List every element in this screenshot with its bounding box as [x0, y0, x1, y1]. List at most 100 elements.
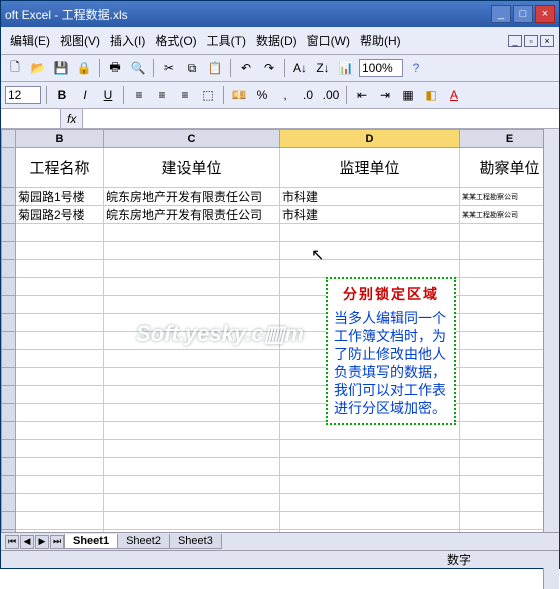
cell[interactable]	[104, 476, 280, 494]
select-all-button[interactable]	[2, 130, 16, 148]
indent-dec-icon[interactable]: ⇤	[352, 85, 372, 105]
cell[interactable]	[104, 296, 280, 314]
cell[interactable]: 监理单位	[280, 148, 460, 188]
percent-icon[interactable]: %	[252, 85, 272, 105]
merge-icon[interactable]: ⬚	[198, 85, 218, 105]
col-header[interactable]: C	[104, 130, 280, 148]
row-header[interactable]	[2, 512, 16, 530]
inc-decimal-icon[interactable]: .0	[298, 85, 318, 105]
paste-icon[interactable]: 📋	[205, 58, 225, 78]
cell[interactable]	[104, 512, 280, 530]
cell[interactable]	[104, 260, 280, 278]
cell[interactable]	[16, 440, 104, 458]
save-icon[interactable]: 💾	[51, 58, 71, 78]
menu-insert[interactable]: 插入(I)	[106, 30, 149, 51]
sheet-tab[interactable]: Sheet1	[64, 534, 118, 549]
cell[interactable]	[280, 260, 460, 278]
cell[interactable]	[104, 242, 280, 260]
cell[interactable]	[104, 458, 280, 476]
maximize-button[interactable]: □	[513, 5, 533, 23]
menu-edit[interactable]: 编辑(E)	[6, 30, 54, 51]
menu-window[interactable]: 窗口(W)	[303, 30, 354, 51]
align-center-icon[interactable]: ≡	[152, 85, 172, 105]
comma-icon[interactable]: ,	[275, 85, 295, 105]
cell[interactable]	[16, 512, 104, 530]
minimize-button[interactable]: _	[491, 5, 511, 23]
row-header[interactable]	[2, 422, 16, 440]
cell[interactable]	[104, 368, 280, 386]
borders-icon[interactable]: ▦	[398, 85, 418, 105]
chart-icon[interactable]: 📊	[336, 58, 356, 78]
currency-icon[interactable]: 💴	[229, 85, 249, 105]
cell[interactable]: 市科建	[280, 188, 460, 206]
cell[interactable]: 皖东房地产开发有限责任公司	[104, 188, 280, 206]
permission-icon[interactable]: 🔒	[74, 58, 94, 78]
tab-nav-first-icon[interactable]: ⏮	[5, 535, 19, 549]
cell[interactable]: 建设单位	[104, 148, 280, 188]
cell[interactable]: 市科建	[280, 206, 460, 224]
row-header[interactable]	[2, 188, 16, 206]
cell[interactable]	[104, 386, 280, 404]
cell[interactable]	[104, 422, 280, 440]
align-right-icon[interactable]: ≡	[175, 85, 195, 105]
row-header[interactable]	[2, 368, 16, 386]
row-header[interactable]	[2, 296, 16, 314]
tab-nav-last-icon[interactable]: ⏭	[50, 535, 64, 549]
row-header[interactable]	[2, 440, 16, 458]
cell[interactable]	[104, 224, 280, 242]
cell[interactable]	[16, 422, 104, 440]
cell[interactable]	[16, 386, 104, 404]
fx-icon[interactable]: fx	[61, 112, 82, 126]
cell[interactable]	[104, 332, 280, 350]
cell[interactable]	[16, 278, 104, 296]
cell[interactable]	[104, 350, 280, 368]
cell[interactable]	[16, 224, 104, 242]
cell[interactable]	[280, 224, 460, 242]
cell[interactable]	[16, 476, 104, 494]
cell[interactable]	[104, 278, 280, 296]
align-left-icon[interactable]: ≡	[129, 85, 149, 105]
menu-help[interactable]: 帮助(H)	[356, 30, 405, 51]
row-header[interactable]	[2, 494, 16, 512]
cell[interactable]	[16, 404, 104, 422]
font-size-select[interactable]: 12	[5, 86, 41, 104]
cell[interactable]	[16, 494, 104, 512]
copy-icon[interactable]: ⧉	[182, 58, 202, 78]
help-icon[interactable]: ?	[406, 58, 426, 78]
row-header[interactable]	[2, 350, 16, 368]
cell[interactable]	[104, 494, 280, 512]
sheet-tab[interactable]: Sheet3	[169, 534, 222, 549]
cell[interactable]: 菊园路2号楼	[16, 206, 104, 224]
fill-color-icon[interactable]: ◧	[421, 85, 441, 105]
doc-minimize-button[interactable]: _	[508, 35, 522, 47]
col-header[interactable]: B	[16, 130, 104, 148]
vertical-scrollbar[interactable]	[543, 129, 559, 589]
cell[interactable]	[16, 458, 104, 476]
row-header[interactable]	[2, 332, 16, 350]
row-header[interactable]	[2, 260, 16, 278]
row-header[interactable]	[2, 224, 16, 242]
cell[interactable]	[16, 368, 104, 386]
col-header[interactable]: D	[280, 130, 460, 148]
row-header[interactable]	[2, 278, 16, 296]
cell[interactable]	[104, 314, 280, 332]
cell[interactable]	[280, 512, 460, 530]
row-header[interactable]	[2, 148, 16, 188]
cell[interactable]	[104, 440, 280, 458]
cell[interactable]	[280, 440, 460, 458]
redo-icon[interactable]: ↷	[259, 58, 279, 78]
bold-icon[interactable]: B	[52, 85, 72, 105]
row-header[interactable]	[2, 476, 16, 494]
tab-nav-next-icon[interactable]: ▶	[35, 535, 49, 549]
cell[interactable]	[16, 314, 104, 332]
cell[interactable]	[16, 296, 104, 314]
sort-asc-icon[interactable]: A↓	[290, 58, 310, 78]
row-header[interactable]	[2, 404, 16, 422]
undo-icon[interactable]: ↶	[236, 58, 256, 78]
sheet-tab[interactable]: Sheet2	[117, 534, 170, 549]
row-header[interactable]	[2, 386, 16, 404]
row-header[interactable]	[2, 206, 16, 224]
menu-data[interactable]: 数据(D)	[252, 30, 301, 51]
sort-desc-icon[interactable]: Z↓	[313, 58, 333, 78]
cell[interactable]: 菊园路1号楼	[16, 188, 104, 206]
